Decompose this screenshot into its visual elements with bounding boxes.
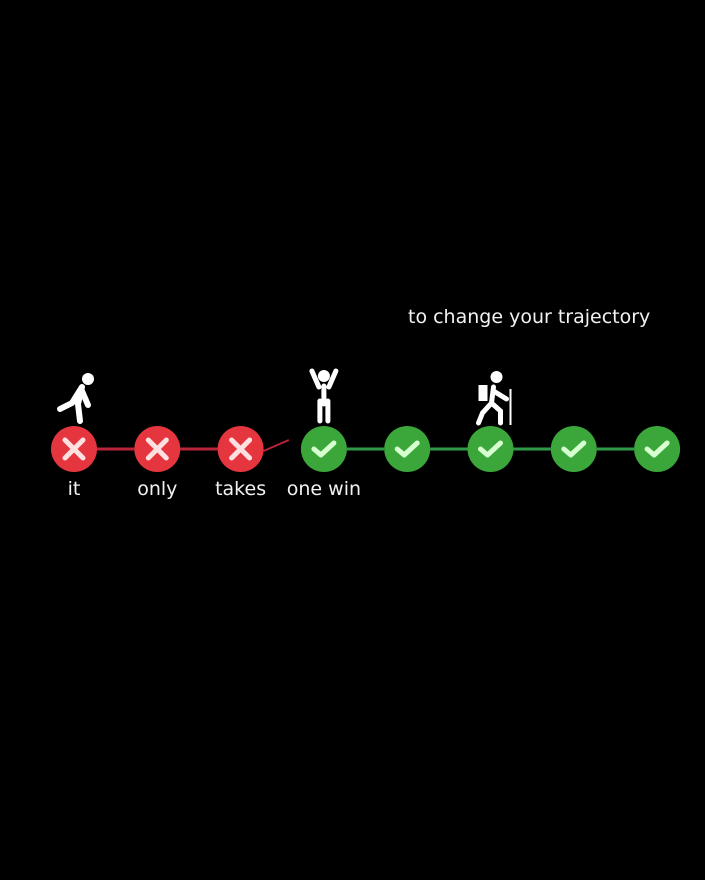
step-label: it <box>67 478 81 500</box>
step-label: only <box>137 478 178 500</box>
success-step <box>634 426 681 472</box>
success-step <box>384 426 431 472</box>
hiker-icon <box>476 371 512 426</box>
fail-step <box>134 426 181 472</box>
success-step <box>467 426 514 472</box>
step-timeline <box>51 368 681 472</box>
fail-step <box>217 426 264 472</box>
timeline-graphic: to change your trajectory it only takes one… <box>0 0 705 880</box>
step-label: one win <box>286 478 362 500</box>
success-step <box>550 426 597 472</box>
tired-person-icon <box>57 373 94 424</box>
fail-step <box>51 426 97 472</box>
broken-connector <box>263 439 290 452</box>
success-step <box>300 426 347 472</box>
celebrating-person-icon <box>309 368 339 424</box>
step-label: takes <box>215 478 267 500</box>
